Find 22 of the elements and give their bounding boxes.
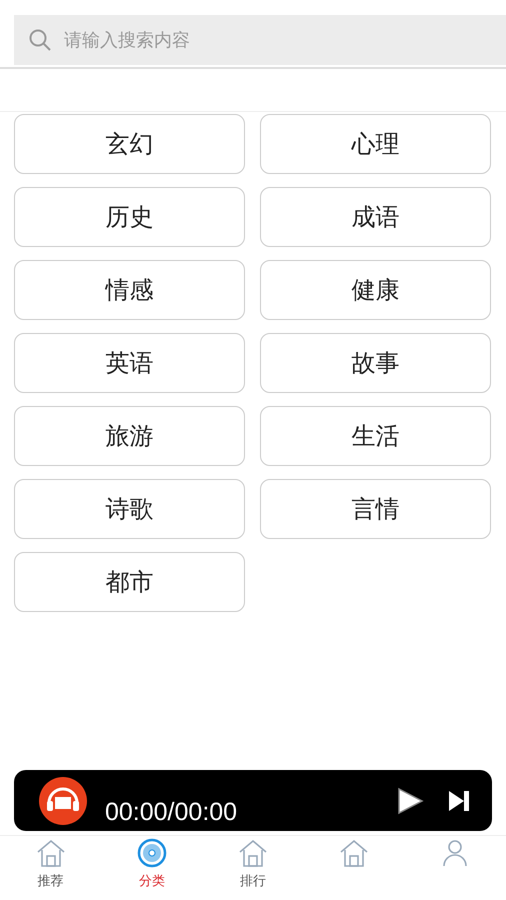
disc-icon <box>136 838 167 868</box>
category-button[interactable]: 都市 <box>14 552 245 612</box>
category-button[interactable]: 健康 <box>260 260 491 320</box>
category-button[interactable]: 情感 <box>14 260 245 320</box>
next-button[interactable] <box>448 788 470 812</box>
home-icon <box>238 838 268 868</box>
category-button[interactable]: 成语 <box>260 187 491 247</box>
category-button[interactable]: 玄幻 <box>14 114 245 174</box>
category-button[interactable]: 心理 <box>260 114 491 174</box>
category-button[interactable]: 生活 <box>260 406 491 466</box>
category-button[interactable]: 历史 <box>14 187 245 247</box>
logo-icon <box>39 776 87 824</box>
category-button[interactable]: 诗歌 <box>14 479 245 539</box>
category-button[interactable]: 言情 <box>260 479 491 539</box>
home-icon <box>36 838 66 868</box>
play-button[interactable] <box>396 786 424 814</box>
playback-time: 00:00/00:00 <box>105 796 238 828</box>
category-button[interactable]: 英语 <box>14 333 245 393</box>
search-field[interactable]: 请输入搜索内容 <box>14 15 506 65</box>
home-icon <box>339 838 370 868</box>
category-button[interactable]: 旅游 <box>14 406 245 466</box>
category-button[interactable]: 故事 <box>260 333 491 393</box>
